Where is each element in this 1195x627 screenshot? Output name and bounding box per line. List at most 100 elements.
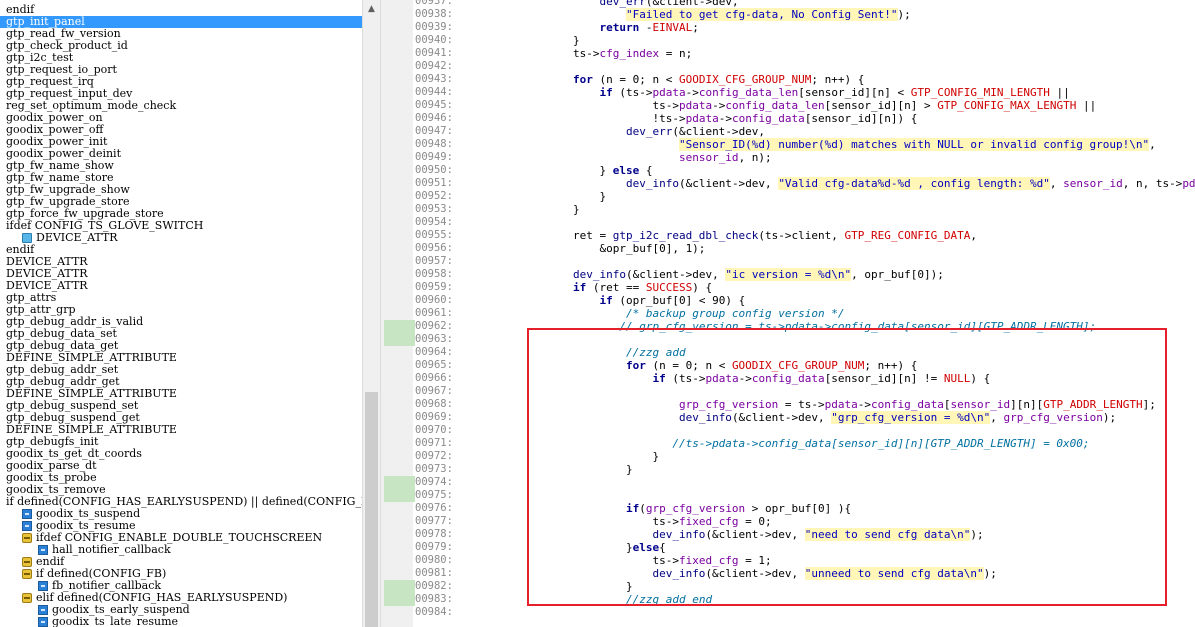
code-line[interactable]: 00954: [381,216,1195,229]
code-line[interactable]: 00944: if (ts->pdata->config_data_len[se… [381,86,1195,99]
code-token: = 0; [738,515,772,528]
code-token: dev_info [652,567,706,580]
code-line[interactable]: 00978: dev_info(&client->dev, "need to s… [381,528,1195,541]
code-line[interactable]: 00945: ts->pdata->config_data_len[sensor… [381,99,1195,112]
code-editor[interactable]: 00937: dev_err(&client->dev, 00938: "Fail… [381,0,1195,627]
code-line[interactable]: 00972: } [381,450,1195,463]
scroll-thumb[interactable] [365,392,378,627]
symbol-list-item[interactable]: DEVICE_ATTR [0,232,362,244]
code-token: -> [665,554,679,567]
code-line[interactable]: 00969: dev_info(&client->dev, "grp_cfg_v… [381,411,1195,424]
code-token: client [659,0,699,8]
code-line[interactable]: 00974: [381,476,1195,489]
code-line[interactable]: 00940: } [381,34,1195,47]
code-token: GTP_REG_CONFIG_DATA [844,229,971,242]
code-line[interactable]: 00983: //zzg add end [381,593,1195,606]
code-token: config_data_len [698,86,799,99]
code-line[interactable]: 00938: "Failed to get cfg-data, No Confi… [381,8,1195,21]
code-token: (ts [612,86,640,99]
code-line[interactable]: 00960: if (opr_buf[0] < 90) { [381,294,1195,307]
symbol-list-item[interactable]: goodix_ts_late_resume [0,616,362,627]
code-text: //ts->pdata->config_data[sensor_id][n][G… [520,437,1089,450]
code-token: -> [672,112,686,125]
code-token: config_data [751,372,825,385]
code-token: } [520,450,660,463]
code-line[interactable]: 00955: ret = gtp_i2c_read_dbl_check(ts->… [381,229,1195,242]
code-line[interactable]: 00942: [381,60,1195,73]
code-line[interactable]: 00943: for (n = 0; n < GOODIX_CFG_GROUP_… [381,73,1195,86]
preprocessor-icon [22,593,32,603]
code-token: GTP_CONFIG_MAX_LENGTH [937,99,1077,112]
code-line[interactable]: 00951: dev_info(&client->dev, "Valid cfg… [381,177,1195,190]
code-text: }else{ [520,541,666,554]
code-line[interactable]: 00980: ts->fixed_cfg = 1; [381,554,1195,567]
code-token: dev, [771,528,805,541]
code-line[interactable]: 00953: } [381,203,1195,216]
code-text: } [520,450,659,463]
code-token: /* backup group config version */ [625,307,845,320]
code-token: gtp_i2c_read_dbl_check [612,229,759,242]
symbol-list-scrollbar[interactable]: ▲ [362,0,381,627]
code-token: cfg_index [599,47,660,60]
code-line[interactable]: 00964: //zzg add [381,346,1195,359]
code-line[interactable]: 00947: dev_err(&client->dev, [381,125,1195,138]
code-line[interactable]: 00959: if (ret == SUCCESS) { [381,281,1195,294]
code-line[interactable]: 00948: "Sensor_ID(%d) number(%d) matches… [381,138,1195,151]
code-line[interactable]: 00973: } [381,463,1195,476]
code-line[interactable]: 00982: } [381,580,1195,593]
line-number: 00975: [415,489,453,501]
code-line[interactable]: 00946: !ts->pdata->config_data[sensor_id… [381,112,1195,125]
line-number: 00941: [415,47,453,59]
code-line[interactable]: 00971: //ts->pdata->config_data[sensor_i… [381,437,1195,450]
code-token: ( [639,502,646,515]
preprocessor-icon [22,569,32,579]
code-line[interactable]: 00984: [381,606,1195,619]
line-number: 00981: [415,567,453,579]
code-text: return -EINVAL; [520,21,699,34]
function-icon [38,605,48,615]
code-line[interactable]: 00950: } else { [381,164,1195,177]
code-token: (n = 0; n < [645,359,732,372]
line-number: 00949: [415,151,453,163]
line-number: 00979: [415,541,453,553]
code-line[interactable]: 00941: ts->cfg_index = n; [381,47,1195,60]
code-token: , [1149,138,1156,151]
code-line[interactable]: 00968: grp_cfg_version = ts->pdata->conf… [381,398,1195,411]
code-line[interactable]: 00957: [381,255,1195,268]
code-line[interactable]: 00956: &opr_buf[0], 1); [381,242,1195,255]
code-line[interactable]: 00967: [381,385,1195,398]
code-line[interactable]: 00970: [381,424,1195,437]
code-token: dev, [798,411,832,424]
line-number: 00955: [415,229,453,241]
code-line[interactable]: 00975: [381,489,1195,502]
code-line[interactable]: 00962: // grp_cfg_version = ts->pdata->c… [381,320,1195,333]
code-line[interactable]: 00976: if(grp_cfg_version > opr_buf[0] )… [381,502,1195,515]
line-number: 00982: [415,580,453,592]
code-token: (ts [665,372,693,385]
code-line[interactable]: 00937: dev_err(&client->dev, [381,0,1195,8]
code-line[interactable]: 00965: for (n = 0; n < GOODIX_CFG_GROUP_… [381,359,1195,372]
code-token: ][n][ [1010,398,1044,411]
code-line[interactable]: 00966: if (ts->pdata->config_data[sensor… [381,372,1195,385]
code-line[interactable]: 00981: dev_info(&client->dev, "unneed to… [381,567,1195,580]
code-line[interactable]: 00952: } [381,190,1195,203]
code-token: -> [665,99,679,112]
code-token: (ret == [586,281,646,294]
scroll-up-arrow-icon[interactable]: ▲ [363,0,380,17]
symbol-list-panel[interactable]: endif gtp_init_panel gtp_read_fw_version gt… [0,0,363,627]
code-line[interactable]: 00963: [381,333,1195,346]
code-line[interactable]: 00977: ts->fixed_cfg = 0; [381,515,1195,528]
code-line[interactable]: 00939: return -EINVAL; [381,21,1195,34]
code-token: ); [983,567,997,580]
code-line[interactable]: 00958: dev_info(&client->dev, "ic versio… [381,268,1195,281]
code-line[interactable]: 00961: /* backup group config version */ [381,307,1195,320]
code-line[interactable]: 00949: sensor_id, n); [381,151,1195,164]
code-line[interactable]: 00979: }else{ [381,541,1195,554]
code-token: ; [692,21,699,34]
code-text: ts->cfg_index = n; [520,47,692,60]
